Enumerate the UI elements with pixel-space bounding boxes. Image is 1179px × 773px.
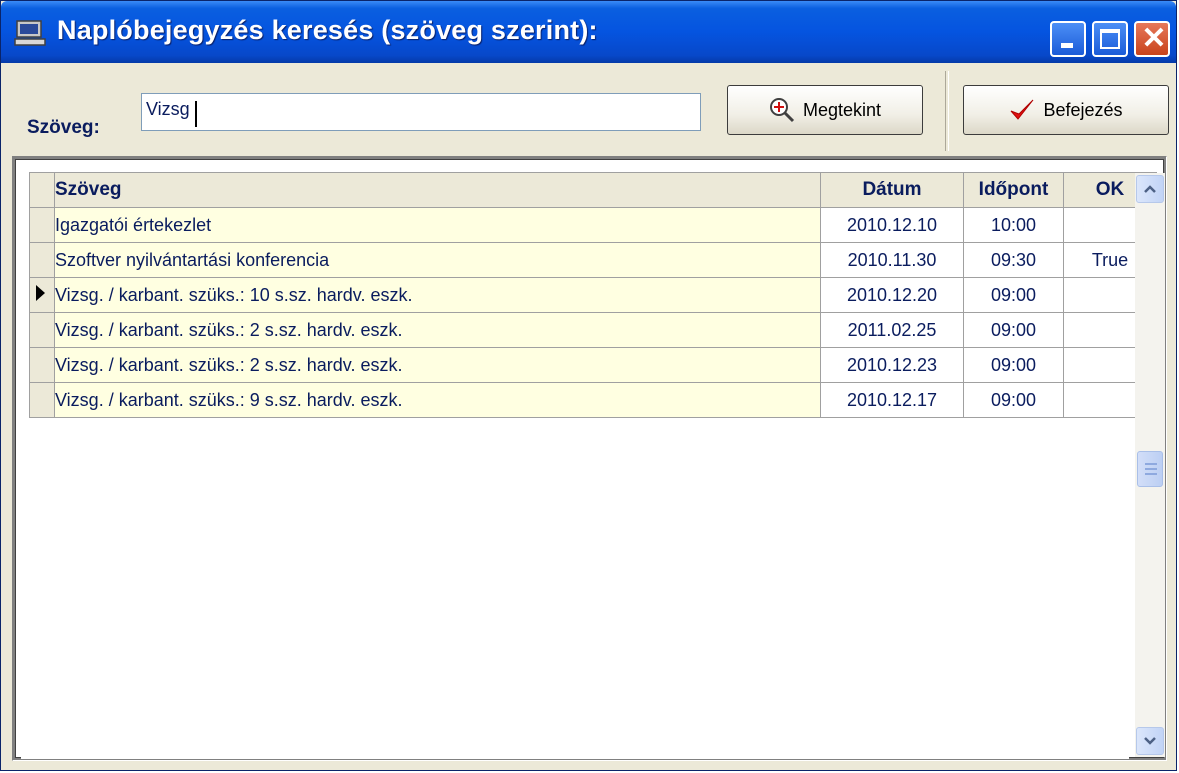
cell-time[interactable]: 09:00 [963,347,1064,383]
row-indicator-cell[interactable] [29,277,55,313]
minimize-button[interactable] [1050,21,1086,57]
table-row[interactable]: Vizsg. / karbant. szüks.: 9 s.sz. hardv.… [29,382,1157,418]
table-row[interactable]: Igazgatói értekezlet 2010.12.10 10:00 [29,207,1157,243]
row-indicator-cell[interactable] [29,312,55,348]
view-button-label: Megtekint [802,99,882,120]
view-button[interactable]: Megtekint [727,85,923,135]
cell-date[interactable]: 2010.12.20 [820,277,964,313]
row-indicator-cell[interactable] [29,207,55,243]
column-header-time[interactable]: Időpont [963,172,1064,208]
finish-button[interactable]: Befejezés [963,85,1169,135]
row-indicator-cell[interactable] [29,242,55,278]
table-row[interactable]: Vizsg. / karbant. szüks.: 2 s.sz. hardv.… [29,347,1157,383]
cell-time[interactable]: 09:00 [963,277,1064,313]
cell-date[interactable]: 2010.12.23 [820,347,964,383]
header-indicator-cell [29,172,55,208]
checkmark-icon [1011,99,1034,120]
results-table: Szöveg Dátum Időpont OK Igazgatói érteke… [29,172,1157,418]
chevron-up-icon [1144,185,1156,193]
cell-time[interactable]: 09:00 [963,312,1064,348]
search-window: Naplóbejegyzés keresés (szöveg szerint):… [0,0,1177,771]
cell-text[interactable]: Vizsg. / karbant. szüks.: 10 s.sz. hardv… [54,277,821,313]
scroll-up-button[interactable] [1136,175,1164,203]
cell-text[interactable]: Vizsg. / karbant. szüks.: 2 s.sz. hardv.… [54,312,821,348]
maximize-button[interactable] [1092,21,1128,57]
grip-line [1145,468,1157,470]
header-row: Szöveg Dátum Időpont OK [29,172,1157,208]
column-header-date[interactable]: Dátum [820,172,964,208]
zoom-in-icon [769,98,795,123]
cell-date[interactable]: 2010.12.10 [820,207,964,243]
cell-time[interactable]: 10:00 [963,207,1064,243]
computer-icon [14,20,46,46]
cell-time[interactable]: 09:00 [963,382,1064,418]
grip-line [1145,473,1157,475]
finish-button-label: Befejezés [1043,99,1123,120]
close-icon: ✕ [1141,22,1167,55]
current-row-arrow-icon [36,284,45,301]
close-button[interactable]: ✕ [1134,21,1170,57]
chevron-down-icon [1144,737,1156,745]
text-caret [195,101,197,127]
search-input[interactable] [141,93,701,131]
cell-text[interactable]: Vizsg. / karbant. szüks.: 9 s.sz. hardv.… [54,382,821,418]
cell-text[interactable]: Vizsg. / karbant. szüks.: 2 s.sz. hardv.… [54,347,821,383]
cell-time[interactable]: 09:30 [963,242,1064,278]
search-label: Szöveg: [27,117,100,138]
window-title: Naplóbejegyzés keresés (szöveg szerint): [57,15,598,45]
cell-text[interactable]: Igazgatói értekezlet [54,207,821,243]
scroll-down-button[interactable] [1136,727,1164,755]
minimize-icon [1061,43,1073,48]
table-row[interactable]: Vizsg. / karbant. szüks.: 2 s.sz. hardv.… [29,312,1157,348]
column-header-text[interactable]: Szöveg [54,172,821,208]
table-row[interactable]: Vizsg. / karbant. szüks.: 10 s.sz. hardv… [29,277,1157,313]
table-row[interactable]: Szoftver nyilvántartási konferencia 2010.… [29,242,1157,278]
cell-text[interactable]: Szoftver nyilvántartási konferencia [54,242,821,278]
toolbar-separator [945,71,949,151]
grip-line [1145,463,1157,465]
maximize-icon [1100,29,1120,49]
row-indicator-cell[interactable] [29,347,55,383]
cell-date[interactable]: 2011.02.25 [820,312,964,348]
cell-date[interactable]: 2010.12.17 [820,382,964,418]
scroll-thumb[interactable] [1137,451,1163,487]
row-indicator-cell[interactable] [29,382,55,418]
vertical-scrollbar[interactable] [1135,173,1165,757]
title-bar[interactable]: Naplóbejegyzés keresés (szöveg szerint):… [1,1,1176,63]
cell-date[interactable]: 2010.11.30 [820,242,964,278]
